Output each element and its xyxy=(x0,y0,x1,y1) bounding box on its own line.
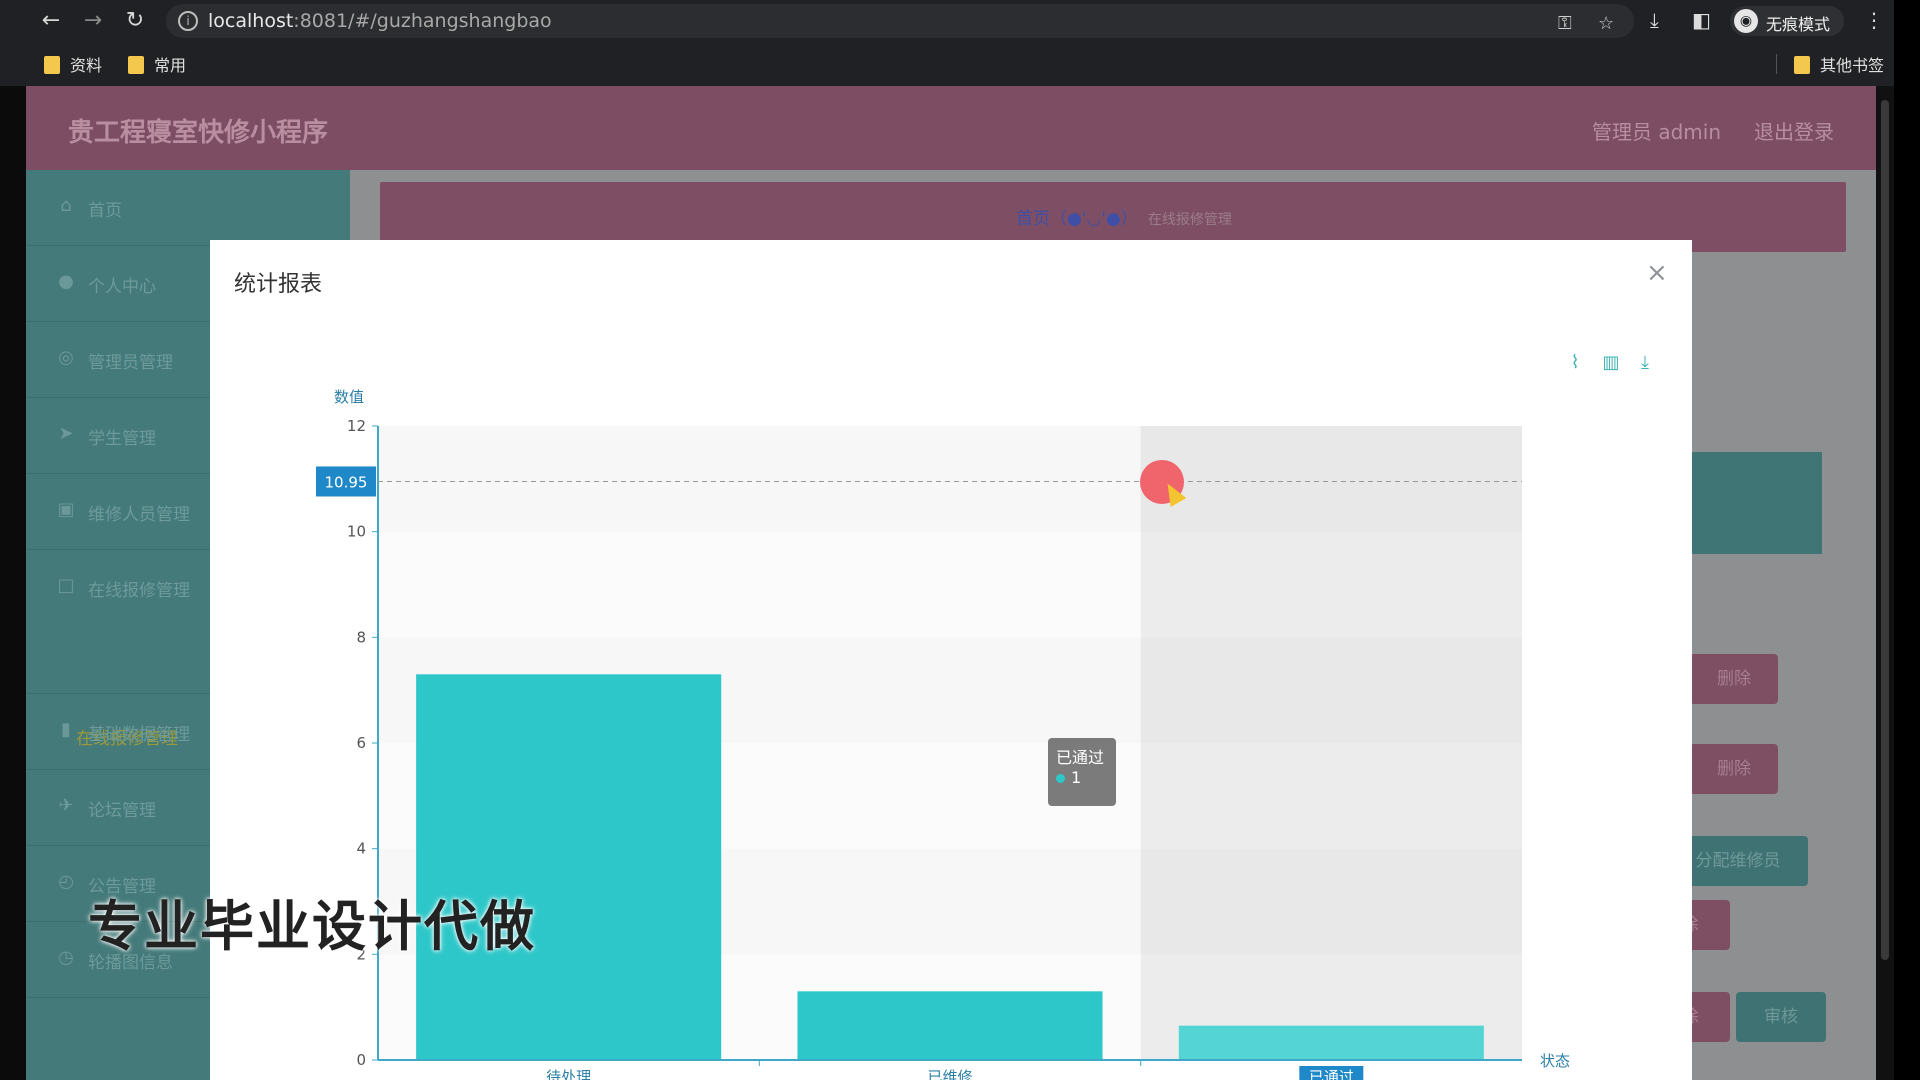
menu-icon[interactable]: ⋮ xyxy=(1864,8,1884,32)
key-icon[interactable]: ⚿ xyxy=(1558,13,1572,34)
bar-待处理 xyxy=(416,674,722,1060)
url-host: localhost xyxy=(208,10,294,32)
plane-icon: ✈ xyxy=(58,795,74,816)
page-scrollbar[interactable] xyxy=(1876,86,1894,1080)
history-icon: ◷ xyxy=(58,947,74,968)
highlight-band xyxy=(1140,426,1522,1060)
folder-icon xyxy=(44,56,60,74)
sidebar-item-label: 管理员管理 xyxy=(88,353,173,373)
delete-label: 删除 xyxy=(1717,759,1751,779)
address-row: ← → ↻ i localhost:8081/#/guzhangshangbao… xyxy=(0,0,1894,42)
breadcrumb-current: 在线报修管理 xyxy=(1147,212,1232,228)
forward-icon[interactable]: → xyxy=(80,8,106,34)
image-icon: ▣ xyxy=(57,499,75,520)
x-tick-label: 已维修 xyxy=(927,1068,972,1080)
address-bar[interactable]: i localhost:8081/#/guzhangshangbao ⚿ ☆ xyxy=(166,4,1634,38)
sidebar-item-label: 学生管理 xyxy=(88,429,156,449)
bookmark-item[interactable]: 常用 xyxy=(128,52,186,76)
download-icon[interactable]: ⤓ xyxy=(1650,8,1659,32)
chart-tooltip: 已通过 1 xyxy=(1048,738,1116,806)
current-user: 管理员 admin xyxy=(1592,120,1722,144)
bar-chart-icon: ▮ xyxy=(61,719,71,740)
bookmark-label: 常用 xyxy=(154,56,187,75)
sidebar-item-label: 论坛管理 xyxy=(88,801,156,821)
incognito-badge[interactable]: ◉ 无痕模式 xyxy=(1730,6,1844,36)
tooltip-title: 已通过 xyxy=(1056,748,1105,767)
clock-icon: ◴ xyxy=(58,871,74,892)
y-tick-label: 10 xyxy=(347,523,366,541)
y-tick-label: 6 xyxy=(356,734,366,752)
square-icon: □ xyxy=(57,575,75,596)
tooltip-row: 1 xyxy=(1056,768,1108,787)
sidebar-item-label: 在线报修管理 xyxy=(88,581,190,601)
y-tick-label: 4 xyxy=(356,840,366,858)
folder-icon xyxy=(128,56,144,74)
compass-icon: ◎ xyxy=(58,347,74,368)
delete-button[interactable]: 删除 xyxy=(1690,654,1778,704)
breadcrumb-text: 首页（●'◡'●） 在线报修管理 xyxy=(1016,204,1232,229)
other-bookmarks-label: 其他书签 xyxy=(1820,56,1885,75)
x-axis-label: 状态 xyxy=(1540,1052,1570,1070)
logout-link[interactable]: 退出登录 xyxy=(1754,116,1834,145)
app-header: 贵工程寝室快修小程序 管理员 admin 退出登录 xyxy=(26,86,1876,170)
sidebar-item-label: 个人中心 xyxy=(88,277,156,297)
review-label: 审核 xyxy=(1764,1007,1798,1027)
sidebar-item-label: 首页 xyxy=(88,201,122,221)
user-icon: ● xyxy=(58,271,74,292)
y-tick-label: 0 xyxy=(356,1051,366,1069)
delete-label: 删除 xyxy=(1717,669,1751,689)
bar-已维修 xyxy=(797,991,1103,1060)
site-info-icon[interactable]: i xyxy=(178,11,198,31)
sidebar-item-label: 维修人员管理 xyxy=(88,505,190,525)
send-icon: ➤ xyxy=(58,423,74,444)
incognito-icon: ◉ xyxy=(1734,9,1758,33)
delete-button[interactable]: 删除 xyxy=(1690,744,1778,794)
tooltip-value: 1 xyxy=(1071,768,1082,787)
star-icon[interactable]: ☆ xyxy=(1598,13,1614,34)
series-dot-icon xyxy=(1056,774,1065,783)
sidebar-item-label: 基础数据管理 xyxy=(88,725,190,745)
folder-icon xyxy=(1794,56,1810,74)
watermark: 专业毕业设计代做 xyxy=(88,895,536,958)
review-button[interactable]: 审核 xyxy=(1736,992,1826,1042)
y-tick-label: 12 xyxy=(347,417,366,435)
reload-icon[interactable]: ↻ xyxy=(122,8,148,34)
y-tick-label: 8 xyxy=(356,628,366,646)
x-tick-label: 待处理 xyxy=(546,1068,591,1080)
back-icon[interactable]: ← xyxy=(38,8,64,34)
bookmark-item[interactable]: 资料 xyxy=(44,52,102,76)
sidebar-item-home[interactable]: ⌂ 首页 xyxy=(26,170,350,246)
bookmarks-bar: 资料 常用 其他书签 xyxy=(0,48,1894,82)
screen-edge xyxy=(1894,0,1920,1080)
bar-已通过 xyxy=(1178,1025,1484,1060)
crosshair-value: 10.95 xyxy=(325,473,368,491)
bookmark-divider xyxy=(1776,54,1777,74)
sidepanel-icon[interactable]: ◧ xyxy=(1692,8,1711,32)
app-title: 贵工程寝室快修小程序 xyxy=(68,118,329,148)
browser-chrome: ← → ↻ i localhost:8081/#/guzhangshangbao… xyxy=(0,0,1894,86)
x-tick-label: 已通过 xyxy=(1309,1068,1354,1080)
scrollbar-thumb[interactable] xyxy=(1881,100,1889,960)
screen: ← → ↻ i localhost:8081/#/guzhangshangbao… xyxy=(0,0,1920,1080)
breadcrumb-home[interactable]: 首页（●'◡'●） xyxy=(1016,209,1138,229)
url-path: :8081/#/guzhangshangbao xyxy=(293,10,552,32)
y-axis-label: 数值 xyxy=(334,388,364,406)
assign-label: 分配维修员 xyxy=(1695,851,1781,871)
other-bookmarks[interactable]: 其他书签 xyxy=(1794,52,1884,76)
home-icon: ⌂ xyxy=(60,195,72,216)
incognito-label: 无痕模式 xyxy=(1766,15,1831,34)
bookmark-label: 资料 xyxy=(70,56,103,75)
url-text[interactable]: localhost:8081/#/guzhangshangbao xyxy=(208,10,552,32)
